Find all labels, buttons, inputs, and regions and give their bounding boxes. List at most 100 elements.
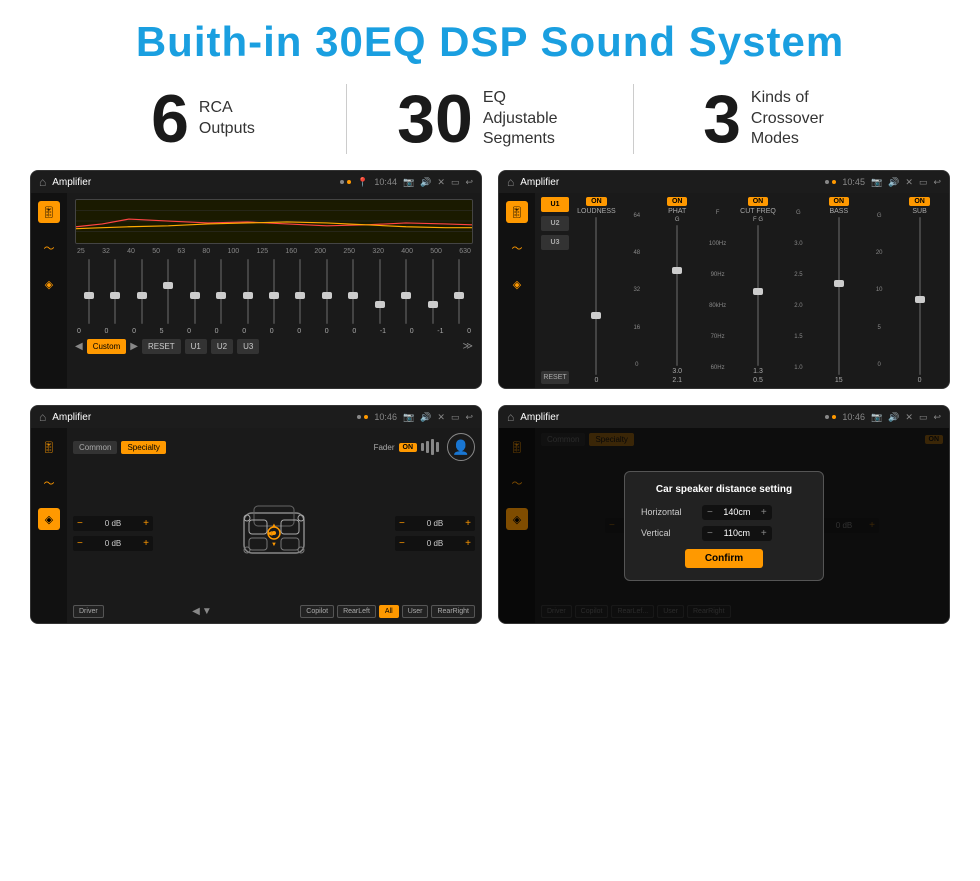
horizontal-plus-btn[interactable]: +: [761, 507, 767, 518]
eq-next-btn[interactable]: ▶: [130, 341, 138, 352]
db-rl-minus[interactable]: −: [77, 538, 83, 549]
eq-slider-12[interactable]: [395, 259, 418, 324]
speaker-avatar[interactable]: 👤: [447, 433, 475, 461]
screen-speaker: ⌂ Amplifier 10:46 📷 🔊 ✕ ▭ ↩ 🎚 〜 ◈ Common: [30, 405, 482, 624]
eq-custom-btn[interactable]: Custom: [87, 339, 127, 354]
sidebar-speaker-icon[interactable]: ◈: [38, 273, 60, 295]
specialty-btn[interactable]: Specialty: [121, 441, 165, 454]
cross-freq-col-4: G 20 10 5 0: [865, 197, 893, 384]
eq-slider-11[interactable]: [368, 259, 391, 324]
eq-u3-btn[interactable]: U3: [237, 339, 259, 354]
down-arrow-btn[interactable]: ▼: [202, 606, 212, 617]
left-arrow-btn[interactable]: ◀: [192, 606, 200, 617]
crossover-main-area: U1 U2 U3 RESET ON LOUDNESS 0: [535, 193, 949, 388]
sidebar-spk-icon-3[interactable]: ◈: [38, 508, 60, 530]
status-time-1: 10:44: [374, 177, 397, 187]
status-cam-4: 📷: [871, 412, 882, 423]
eq-u2-btn[interactable]: U2: [211, 339, 233, 354]
all-btn[interactable]: All: [379, 605, 399, 618]
eq-slider-5[interactable]: [209, 259, 232, 324]
cross-reset-btn[interactable]: RESET: [541, 371, 569, 384]
phat-on-btn[interactable]: ON: [667, 197, 688, 206]
eq-slider-7[interactable]: [262, 259, 285, 324]
horizontal-value: 140cm: [717, 507, 757, 517]
eq-slider-13[interactable]: [421, 259, 444, 324]
freq-90hz: 90Hz: [711, 272, 725, 278]
eq-slider-1[interactable]: [103, 259, 126, 324]
user-btn[interactable]: User: [402, 605, 429, 618]
eq-slider-3[interactable]: [156, 259, 179, 324]
eq-slider-14[interactable]: [448, 259, 471, 324]
confirm-button[interactable]: Confirm: [685, 549, 763, 568]
loudness-val: 0: [594, 377, 598, 384]
eq-prev-btn[interactable]: ◀: [75, 341, 83, 352]
home-icon-2[interactable]: ⌂: [507, 175, 514, 189]
cutfreq-on-btn[interactable]: ON: [748, 197, 769, 206]
db-rr-plus[interactable]: +: [465, 538, 471, 549]
eq-slider-10[interactable]: [342, 259, 365, 324]
loudness-on-btn[interactable]: ON: [586, 197, 607, 206]
cross-channel-loudness: ON LOUDNESS 0: [573, 197, 620, 384]
eq-reset-btn[interactable]: RESET: [142, 339, 181, 354]
loudness-slider[interactable]: [595, 217, 597, 375]
cross-channel-bass: ON BASS 15: [815, 197, 862, 384]
home-icon-3[interactable]: ⌂: [39, 410, 46, 424]
sidebar-eq-icon-2[interactable]: 🎚: [506, 201, 528, 223]
common-btn[interactable]: Common: [73, 441, 117, 454]
cutfreq-slider[interactable]: [757, 225, 759, 366]
bass-slider[interactable]: [838, 217, 840, 375]
db-fl-minus[interactable]: −: [77, 518, 83, 529]
sidebar-wave-icon-3[interactable]: 〜: [38, 472, 60, 494]
horizontal-minus-btn[interactable]: −: [707, 507, 713, 518]
eq-slider-9[interactable]: [315, 259, 338, 324]
status-x-2: ✕: [905, 177, 913, 188]
eq-more-btn[interactable]: ≫: [463, 341, 473, 352]
eq-slider-2[interactable]: [130, 259, 153, 324]
sidebar-wave-icon[interactable]: 〜: [38, 237, 60, 259]
cross-u3-btn[interactable]: U3: [541, 235, 569, 250]
freq-0b: 0: [878, 362, 881, 368]
home-icon-4[interactable]: ⌂: [507, 410, 514, 424]
cross-u2-btn[interactable]: U2: [541, 216, 569, 231]
fader-on-badge[interactable]: ON: [399, 443, 418, 452]
status-dot-1: [340, 180, 344, 184]
db-rr-minus[interactable]: −: [399, 538, 405, 549]
dialog-title: Car speaker distance setting: [641, 484, 807, 495]
screen-content-4: 🎚 〜 ◈ Common Specialty ON − 0 dB +: [499, 428, 949, 623]
sidebar-wave-icon-2[interactable]: 〜: [506, 237, 528, 259]
status-cam-2: 📷: [871, 177, 882, 188]
status-bar-3: ⌂ Amplifier 10:46 📷 🔊 ✕ ▭ ↩: [31, 406, 481, 428]
rearright-btn[interactable]: RearRight: [431, 605, 475, 618]
status-x-4: ✕: [905, 412, 913, 423]
eq-u1-btn[interactable]: U1: [185, 339, 207, 354]
sidebar-spk-icon-2[interactable]: ◈: [506, 273, 528, 295]
cutfreq-label: CUT FREQ: [740, 208, 776, 215]
driver-btn[interactable]: Driver: [73, 605, 104, 618]
status-bar-4: ⌂ Amplifier 10:46 📷 🔊 ✕ ▭ ↩: [499, 406, 949, 428]
vertical-minus-btn[interactable]: −: [707, 528, 713, 539]
phat-slider[interactable]: [676, 225, 678, 366]
db-fr-plus[interactable]: +: [465, 518, 471, 529]
cross-u1-btn[interactable]: U1: [541, 197, 569, 212]
db-fl-plus[interactable]: +: [143, 518, 149, 529]
home-icon-1[interactable]: ⌂: [39, 175, 46, 189]
eq-slider-4[interactable]: [183, 259, 206, 324]
status-vol-3: 🔊: [420, 412, 431, 423]
eq-slider-0[interactable]: [77, 259, 100, 324]
sidebar-eq-icon-3[interactable]: 🎚: [38, 436, 60, 458]
eq-slider-6[interactable]: [236, 259, 259, 324]
status-dot-2: [347, 180, 351, 184]
phat-val: 3.0: [672, 368, 682, 375]
sidebar-eq-icon[interactable]: 🎚: [38, 201, 60, 223]
bass-on-btn[interactable]: ON: [829, 197, 850, 206]
sub-on-btn[interactable]: ON: [909, 197, 930, 206]
rearleft-btn[interactable]: RearLeft: [337, 605, 376, 618]
eq-slider-8[interactable]: [289, 259, 312, 324]
copilot-btn[interactable]: Copilot: [300, 605, 334, 618]
sub-slider[interactable]: [919, 217, 921, 375]
db-fr-minus[interactable]: −: [399, 518, 405, 529]
db-rl-plus[interactable]: +: [143, 538, 149, 549]
cutfreq-val2: 0.5: [753, 377, 763, 384]
vertical-plus-btn[interactable]: +: [761, 528, 767, 539]
dialog-vertical-row: Vertical − 110cm +: [641, 526, 807, 541]
